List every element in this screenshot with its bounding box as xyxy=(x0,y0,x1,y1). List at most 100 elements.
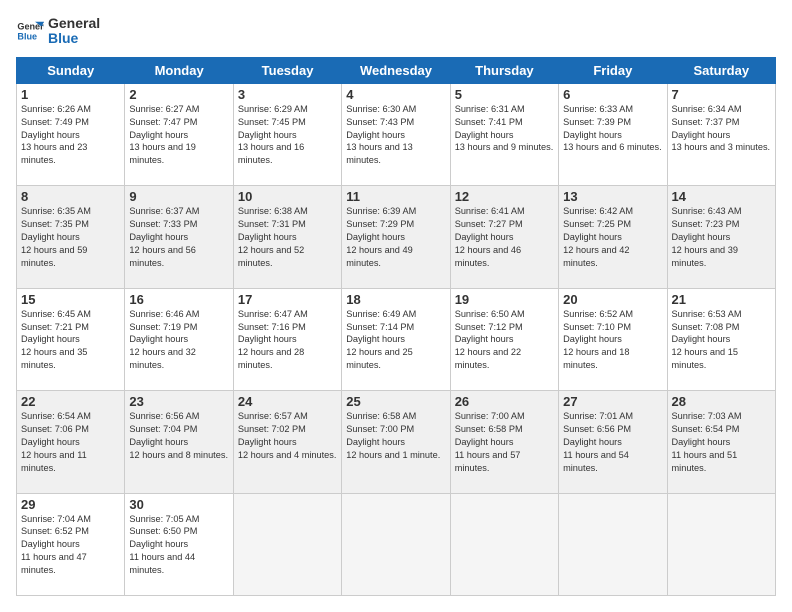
calendar-cell: 23Sunrise: 6:56 AMSunset: 7:04 PMDayligh… xyxy=(125,391,233,493)
col-header-sunday: Sunday xyxy=(17,57,125,83)
day-number: 10 xyxy=(238,189,337,204)
day-info: Sunrise: 6:38 AMSunset: 7:31 PMDaylight … xyxy=(238,205,337,269)
col-header-wednesday: Wednesday xyxy=(342,57,450,83)
day-number: 9 xyxy=(129,189,228,204)
calendar-cell xyxy=(342,493,450,595)
calendar-cell: 25Sunrise: 6:58 AMSunset: 7:00 PMDayligh… xyxy=(342,391,450,493)
calendar-week-5: 29Sunrise: 7:04 AMSunset: 6:52 PMDayligh… xyxy=(17,493,776,595)
header: General Blue General Blue xyxy=(16,16,776,47)
day-info: Sunrise: 6:34 AMSunset: 7:37 PMDaylight … xyxy=(672,103,771,155)
day-info: Sunrise: 6:45 AMSunset: 7:21 PMDaylight … xyxy=(21,308,120,372)
calendar-cell xyxy=(559,493,667,595)
calendar-cell: 1Sunrise: 6:26 AMSunset: 7:49 PMDaylight… xyxy=(17,83,125,185)
col-header-saturday: Saturday xyxy=(667,57,775,83)
calendar-cell: 17Sunrise: 6:47 AMSunset: 7:16 PMDayligh… xyxy=(233,288,341,390)
day-number: 7 xyxy=(672,87,771,102)
day-info: Sunrise: 6:47 AMSunset: 7:16 PMDaylight … xyxy=(238,308,337,372)
day-number: 11 xyxy=(346,189,445,204)
day-info: Sunrise: 6:42 AMSunset: 7:25 PMDaylight … xyxy=(563,205,662,269)
day-number: 30 xyxy=(129,497,228,512)
calendar-week-2: 8Sunrise: 6:35 AMSunset: 7:35 PMDaylight… xyxy=(17,186,776,288)
day-info: Sunrise: 6:29 AMSunset: 7:45 PMDaylight … xyxy=(238,103,337,167)
day-info: Sunrise: 6:39 AMSunset: 7:29 PMDaylight … xyxy=(346,205,445,269)
day-info: Sunrise: 6:27 AMSunset: 7:47 PMDaylight … xyxy=(129,103,228,167)
calendar-cell: 27Sunrise: 7:01 AMSunset: 6:56 PMDayligh… xyxy=(559,391,667,493)
day-number: 29 xyxy=(21,497,120,512)
day-info: Sunrise: 6:43 AMSunset: 7:23 PMDaylight … xyxy=(672,205,771,269)
calendar-cell: 15Sunrise: 6:45 AMSunset: 7:21 PMDayligh… xyxy=(17,288,125,390)
day-number: 5 xyxy=(455,87,554,102)
svg-text:Blue: Blue xyxy=(17,32,37,42)
calendar-cell: 11Sunrise: 6:39 AMSunset: 7:29 PMDayligh… xyxy=(342,186,450,288)
day-info: Sunrise: 6:41 AMSunset: 7:27 PMDaylight … xyxy=(455,205,554,269)
calendar-cell: 28Sunrise: 7:03 AMSunset: 6:54 PMDayligh… xyxy=(667,391,775,493)
day-info: Sunrise: 6:52 AMSunset: 7:10 PMDaylight … xyxy=(563,308,662,372)
day-number: 27 xyxy=(563,394,662,409)
day-info: Sunrise: 6:57 AMSunset: 7:02 PMDaylight … xyxy=(238,410,337,462)
day-info: Sunrise: 6:33 AMSunset: 7:39 PMDaylight … xyxy=(563,103,662,155)
day-number: 15 xyxy=(21,292,120,307)
day-number: 24 xyxy=(238,394,337,409)
day-info: Sunrise: 6:49 AMSunset: 7:14 PMDaylight … xyxy=(346,308,445,372)
calendar-cell: 19Sunrise: 6:50 AMSunset: 7:12 PMDayligh… xyxy=(450,288,558,390)
day-number: 13 xyxy=(563,189,662,204)
calendar-cell xyxy=(450,493,558,595)
day-info: Sunrise: 6:30 AMSunset: 7:43 PMDaylight … xyxy=(346,103,445,167)
day-number: 2 xyxy=(129,87,228,102)
calendar-cell: 10Sunrise: 6:38 AMSunset: 7:31 PMDayligh… xyxy=(233,186,341,288)
day-number: 19 xyxy=(455,292,554,307)
day-number: 1 xyxy=(21,87,120,102)
day-number: 26 xyxy=(455,394,554,409)
calendar-cell: 24Sunrise: 6:57 AMSunset: 7:02 PMDayligh… xyxy=(233,391,341,493)
calendar-cell: 30Sunrise: 7:05 AMSunset: 6:50 PMDayligh… xyxy=(125,493,233,595)
calendar-header-row: SundayMondayTuesdayWednesdayThursdayFrid… xyxy=(17,57,776,83)
calendar-cell: 3Sunrise: 6:29 AMSunset: 7:45 PMDaylight… xyxy=(233,83,341,185)
calendar-week-4: 22Sunrise: 6:54 AMSunset: 7:06 PMDayligh… xyxy=(17,391,776,493)
day-info: Sunrise: 7:05 AMSunset: 6:50 PMDaylight … xyxy=(129,513,228,577)
day-number: 3 xyxy=(238,87,337,102)
day-number: 20 xyxy=(563,292,662,307)
logo: General Blue General Blue xyxy=(16,16,100,47)
calendar-week-3: 15Sunrise: 6:45 AMSunset: 7:21 PMDayligh… xyxy=(17,288,776,390)
day-info: Sunrise: 6:56 AMSunset: 7:04 PMDaylight … xyxy=(129,410,228,462)
day-number: 4 xyxy=(346,87,445,102)
day-info: Sunrise: 6:46 AMSunset: 7:19 PMDaylight … xyxy=(129,308,228,372)
calendar-cell: 13Sunrise: 6:42 AMSunset: 7:25 PMDayligh… xyxy=(559,186,667,288)
calendar-cell: 6Sunrise: 6:33 AMSunset: 7:39 PMDaylight… xyxy=(559,83,667,185)
day-number: 28 xyxy=(672,394,771,409)
calendar-cell: 26Sunrise: 7:00 AMSunset: 6:58 PMDayligh… xyxy=(450,391,558,493)
calendar-cell: 2Sunrise: 6:27 AMSunset: 7:47 PMDaylight… xyxy=(125,83,233,185)
day-info: Sunrise: 7:00 AMSunset: 6:58 PMDaylight … xyxy=(455,410,554,474)
calendar-cell: 16Sunrise: 6:46 AMSunset: 7:19 PMDayligh… xyxy=(125,288,233,390)
calendar-week-1: 1Sunrise: 6:26 AMSunset: 7:49 PMDaylight… xyxy=(17,83,776,185)
day-info: Sunrise: 6:54 AMSunset: 7:06 PMDaylight … xyxy=(21,410,120,474)
day-number: 12 xyxy=(455,189,554,204)
day-info: Sunrise: 7:04 AMSunset: 6:52 PMDaylight … xyxy=(21,513,120,577)
day-info: Sunrise: 6:58 AMSunset: 7:00 PMDaylight … xyxy=(346,410,445,462)
calendar-table: SundayMondayTuesdayWednesdayThursdayFrid… xyxy=(16,57,776,596)
day-number: 23 xyxy=(129,394,228,409)
col-header-monday: Monday xyxy=(125,57,233,83)
col-header-thursday: Thursday xyxy=(450,57,558,83)
day-number: 14 xyxy=(672,189,771,204)
calendar-cell xyxy=(233,493,341,595)
calendar-cell: 4Sunrise: 6:30 AMSunset: 7:43 PMDaylight… xyxy=(342,83,450,185)
day-number: 8 xyxy=(21,189,120,204)
day-number: 16 xyxy=(129,292,228,307)
day-number: 22 xyxy=(21,394,120,409)
calendar-cell: 29Sunrise: 7:04 AMSunset: 6:52 PMDayligh… xyxy=(17,493,125,595)
day-number: 18 xyxy=(346,292,445,307)
calendar-cell: 18Sunrise: 6:49 AMSunset: 7:14 PMDayligh… xyxy=(342,288,450,390)
day-info: Sunrise: 6:26 AMSunset: 7:49 PMDaylight … xyxy=(21,103,120,167)
page: General Blue General Blue SundayMondayTu… xyxy=(0,0,792,612)
calendar-cell: 20Sunrise: 6:52 AMSunset: 7:10 PMDayligh… xyxy=(559,288,667,390)
calendar-cell: 9Sunrise: 6:37 AMSunset: 7:33 PMDaylight… xyxy=(125,186,233,288)
day-info: Sunrise: 6:37 AMSunset: 7:33 PMDaylight … xyxy=(129,205,228,269)
day-number: 6 xyxy=(563,87,662,102)
col-header-tuesday: Tuesday xyxy=(233,57,341,83)
day-info: Sunrise: 6:31 AMSunset: 7:41 PMDaylight … xyxy=(455,103,554,155)
calendar-cell: 7Sunrise: 6:34 AMSunset: 7:37 PMDaylight… xyxy=(667,83,775,185)
calendar-cell: 21Sunrise: 6:53 AMSunset: 7:08 PMDayligh… xyxy=(667,288,775,390)
day-info: Sunrise: 6:50 AMSunset: 7:12 PMDaylight … xyxy=(455,308,554,372)
day-info: Sunrise: 6:53 AMSunset: 7:08 PMDaylight … xyxy=(672,308,771,372)
